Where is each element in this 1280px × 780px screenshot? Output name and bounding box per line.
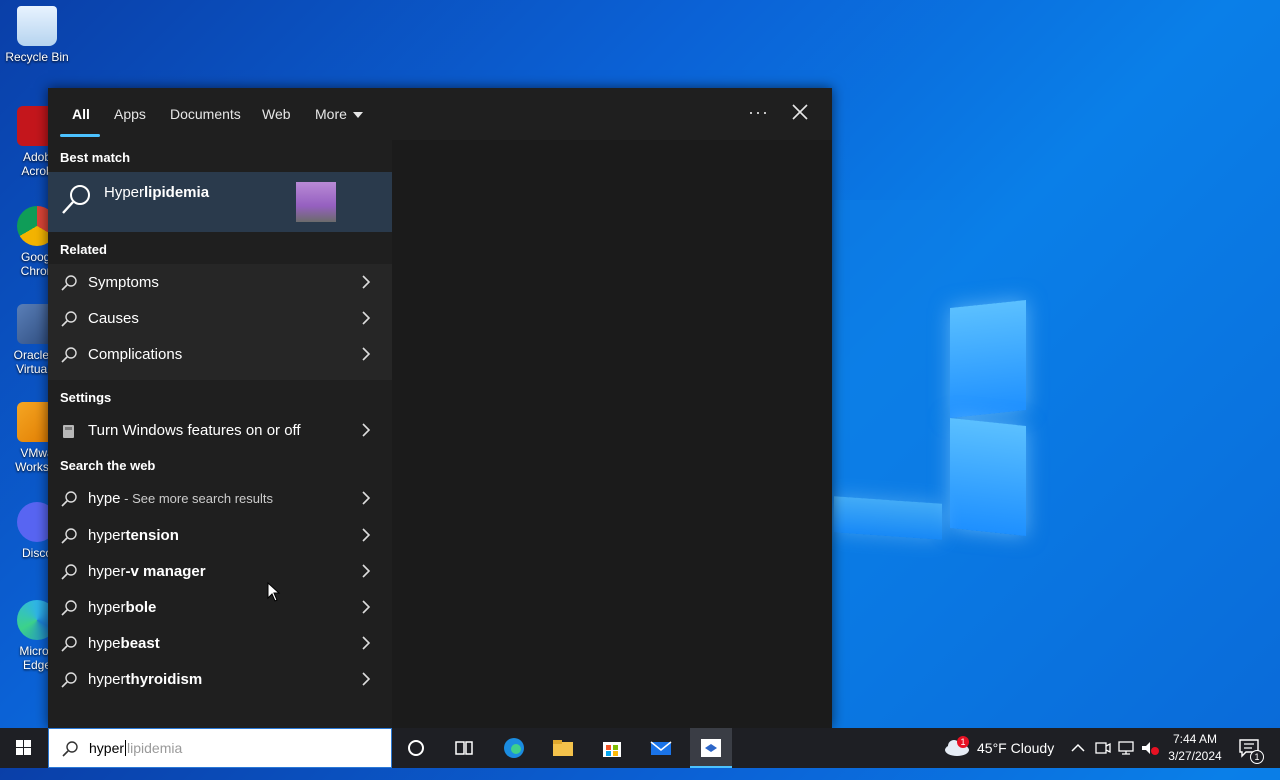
chevron-right-icon — [362, 423, 371, 437]
web-item-hypertension[interactable]: hypertension — [48, 517, 392, 553]
search-web-heading: Search the web — [60, 458, 156, 473]
network-icon[interactable] — [1116, 740, 1136, 756]
taskbar-search-input[interactable]: hyper lipidemia — [48, 728, 392, 768]
search-tabs: All Apps Documents Web More ··· — [48, 88, 832, 140]
search-icon — [61, 275, 77, 291]
web-item-hyperbole[interactable]: hyperbole — [48, 589, 392, 625]
search-icon — [61, 528, 77, 544]
microsoft-store-icon[interactable] — [600, 736, 624, 760]
web-item-hyper-v-manager[interactable]: hyper-v manager — [48, 553, 392, 589]
results-list: Best match Hyperlipidemia Related Sympto… — [48, 140, 392, 728]
clock-date: 3/27/2024 — [1168, 749, 1222, 763]
task-view-icon[interactable] — [452, 736, 476, 760]
search-icon — [61, 347, 77, 363]
chevron-up-icon[interactable] — [1070, 741, 1086, 755]
mail-icon[interactable] — [649, 736, 673, 760]
related-item-causes[interactable]: Causes — [48, 300, 392, 336]
related-item-symptoms[interactable]: Symptoms — [48, 264, 392, 300]
search-icon — [61, 600, 77, 616]
settings-item-windows-features[interactable]: Turn Windows features on or off — [48, 412, 392, 448]
windows-start-icon[interactable] — [0, 728, 48, 768]
chevron-right-icon — [362, 600, 371, 614]
related-heading: Related — [60, 242, 107, 257]
search-typed-text: hyper — [89, 740, 125, 756]
tab-more[interactable]: More — [315, 106, 363, 122]
close-icon[interactable] — [788, 100, 812, 124]
taskbar: hyper lipidemia 1 45°F Cloudy 7:44 AM 3/2… — [0, 728, 1280, 768]
settings-heading: Settings — [60, 390, 112, 405]
weather-alert-badge: 1 — [957, 736, 969, 748]
tab-web[interactable]: Web — [262, 106, 291, 122]
virtualbox-icon — [701, 739, 721, 757]
mouse-cursor-icon — [267, 582, 281, 602]
search-icon — [62, 741, 78, 757]
chevron-right-icon — [362, 491, 371, 505]
web-item-hyperthyroidism[interactable]: hyperthyroidism — [48, 661, 392, 697]
search-icon — [61, 564, 77, 580]
recycle-bin-icon — [17, 6, 57, 46]
chevron-right-icon — [362, 636, 371, 650]
meet-now-icon[interactable] — [1094, 740, 1112, 756]
best-match-heading: Best match — [60, 150, 131, 165]
search-autocomplete-text: lipidemia — [127, 740, 183, 756]
preview-pane — [392, 140, 832, 728]
best-match-label: Hyperlipidemia — [104, 184, 210, 201]
caret-down-icon — [352, 112, 363, 119]
best-match-item[interactable]: Hyperlipidemia — [48, 172, 392, 232]
windows-features-icon — [63, 425, 74, 438]
tab-documents[interactable]: Documents — [170, 106, 241, 122]
search-icon — [61, 311, 77, 327]
best-match-thumbnail — [296, 182, 336, 222]
chevron-right-icon — [362, 275, 371, 289]
web-item-hype[interactable]: hype - See more search results — [48, 480, 392, 516]
more-options-icon[interactable]: ··· — [748, 102, 769, 123]
active-tab-indicator — [60, 134, 100, 137]
windows-wallpaper-logo — [834, 200, 1034, 540]
edge-icon[interactable] — [502, 736, 526, 760]
related-item-complications[interactable]: Complications — [48, 336, 392, 372]
taskbar-clock[interactable]: 7:44 AM 3/27/2024 — [1160, 731, 1230, 765]
chevron-right-icon — [362, 347, 371, 361]
search-icon — [61, 672, 77, 688]
chevron-right-icon — [362, 311, 371, 325]
search-flyout: All Apps Documents Web More ··· Best mat… — [48, 88, 832, 728]
volume-muted-icon[interactable] — [1140, 740, 1160, 756]
notification-count-badge: 1 — [1250, 750, 1264, 764]
search-icon — [62, 185, 90, 214]
cortana-icon[interactable] — [404, 736, 428, 760]
chevron-right-icon — [362, 528, 371, 542]
web-item-hypebeast[interactable]: hypebeast — [48, 625, 392, 661]
tab-apps[interactable]: Apps — [114, 106, 146, 122]
tab-more-label: More — [315, 106, 347, 122]
taskbar-active-app[interactable] — [690, 728, 732, 768]
file-explorer-icon[interactable] — [551, 736, 575, 760]
weather-text[interactable]: 45°F Cloudy — [977, 740, 1054, 780]
desktop-icon-recycle-bin[interactable]: Recycle Bin — [0, 6, 74, 64]
search-icon — [61, 636, 77, 652]
chevron-right-icon — [362, 564, 371, 578]
tab-all[interactable]: All — [72, 106, 90, 122]
clock-time: 7:44 AM — [1172, 732, 1218, 746]
chevron-right-icon — [362, 672, 371, 686]
search-icon — [61, 491, 77, 507]
